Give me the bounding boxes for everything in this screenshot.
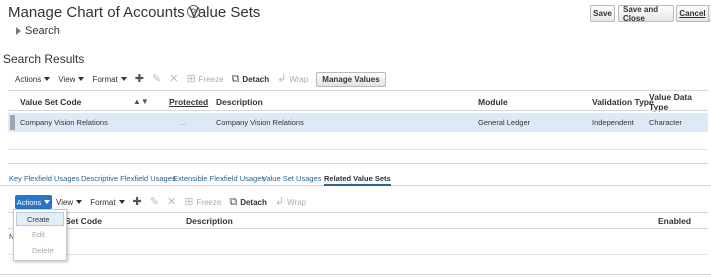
cell-value-data-type: Character	[649, 118, 682, 127]
tab-descriptive-flexfield-usages[interactable]: Descriptive Flexfield Usages	[81, 174, 176, 183]
wrap-icon: ↲	[277, 72, 287, 85]
chevron-down-icon	[120, 77, 127, 81]
plus-icon: ✚	[132, 195, 142, 208]
column-header-description[interactable]: Description	[216, 97, 263, 107]
search-label: Search	[25, 25, 60, 37]
actions-dropdown-menu: Create Edit Delete	[13, 209, 67, 261]
search-disclosure[interactable]: Search	[16, 25, 60, 37]
close-icon: ✕	[166, 195, 177, 208]
freeze-icon: ⊞	[186, 72, 196, 85]
chevron-down-icon	[76, 200, 83, 204]
detach-button[interactable]: ⧉ Detach	[231, 72, 270, 85]
freeze-label: Freeze	[198, 74, 224, 84]
close-icon: ✕	[169, 72, 179, 85]
wrap-label: Wrap	[287, 197, 307, 207]
add-button[interactable]: ✚	[134, 72, 144, 85]
pencil-icon: ✎	[149, 195, 159, 208]
edit-button[interactable]: ✎	[152, 72, 162, 85]
search-results-title: Search Results	[3, 52, 85, 66]
table-row[interactable]: Company Vision Relations ... Company Vis…	[8, 113, 708, 132]
column-header-value-data-type[interactable]: Value Data Type	[649, 92, 704, 112]
save-and-close-button[interactable]: Save and Close	[618, 5, 674, 23]
wrap-button[interactable]: ↲ Wrap	[277, 72, 309, 85]
column-header-enabled[interactable]: Enabled	[658, 216, 691, 226]
format-label: Format	[92, 74, 118, 84]
detach-button[interactable]: ⧉ Detach	[229, 195, 267, 208]
chevron-down-icon	[44, 200, 51, 204]
freeze-button[interactable]: ⊞ Freeze	[186, 72, 224, 85]
pencil-icon: ✎	[152, 72, 162, 85]
tab-extensible-flexfield-usages[interactable]: Extensible Flexfield Usages	[173, 174, 265, 183]
plus-icon: ✚	[134, 72, 144, 85]
chevron-down-icon	[44, 77, 51, 81]
manage-values-button[interactable]: Manage Values	[316, 71, 386, 87]
related-actions-menu[interactable]: Actions	[15, 195, 52, 209]
actions-menu[interactable]: Actions	[15, 74, 51, 84]
format-menu[interactable]: Format	[92, 74, 127, 84]
detach-icon: ⧉	[231, 72, 240, 85]
column-header-value-set-code[interactable]: Value Set Code	[20, 97, 81, 107]
actions-label: Actions	[15, 74, 42, 84]
help-icon[interactable]: ?	[187, 5, 200, 18]
view-menu[interactable]: View	[58, 74, 85, 84]
detach-icon: ⧉	[229, 195, 238, 208]
cell-module: General Ledger	[478, 118, 531, 127]
page-title: Manage Chart of Accounts Value Sets	[8, 4, 261, 21]
freeze-label: Freeze	[196, 197, 222, 207]
menu-item-edit[interactable]: Edit	[14, 226, 66, 242]
wrap-icon: ↲	[274, 195, 285, 208]
menu-item-create[interactable]: Create	[16, 212, 64, 226]
results-toolbar: Actions View Format ✚ ✎ ✕ ⊞ Freeze ⧉ Detac…	[15, 71, 394, 87]
related-toolbar: View Format ✚ ✎ ✕ ⊞ Freeze ⧉ Detach ↲ Wrap	[56, 194, 314, 210]
sort-icon[interactable]: ▲▼	[133, 97, 149, 106]
wrap-button[interactable]: ↲ Wrap	[274, 195, 307, 208]
delete-button[interactable]: ✕	[166, 195, 177, 208]
save-button[interactable]: Save	[590, 5, 615, 22]
menu-item-delete[interactable]: Delete	[14, 242, 66, 258]
row-selector[interactable]	[10, 115, 15, 130]
delete-button[interactable]: ✕	[169, 72, 179, 85]
cell-validation-type: Independent	[592, 118, 634, 127]
detach-label: Detach	[242, 74, 270, 84]
freeze-icon: ⊞	[184, 195, 194, 208]
cell-description: Company Vision Relations	[216, 118, 304, 127]
tab-value-set-usages[interactable]: Value Set Usages	[262, 174, 321, 183]
tab-key-flexfield-usages[interactable]: Key Flexfield Usages	[9, 174, 79, 183]
edit-button[interactable]: ✎	[149, 195, 159, 208]
column-header-validation-type[interactable]: Validation Type	[592, 97, 654, 107]
chevron-down-icon	[78, 77, 85, 81]
actions-label: Actions	[16, 197, 42, 207]
wrap-label: Wrap	[289, 74, 309, 84]
tab-related-value-sets[interactable]: Related Value Sets	[324, 174, 391, 186]
add-button[interactable]: ✚	[132, 195, 142, 208]
cell-protected: ...	[180, 118, 187, 127]
cell-value-set-code: Company Vision Relations	[20, 118, 108, 127]
detach-label: Detach	[240, 197, 267, 207]
view-label: View	[56, 197, 74, 207]
format-label: Format	[90, 197, 116, 207]
column-header-module[interactable]: Module	[478, 97, 508, 107]
cancel-button[interactable]: Cancel	[676, 5, 709, 22]
view-menu[interactable]: View	[56, 197, 83, 207]
freeze-button[interactable]: ⊞ Freeze	[184, 195, 222, 208]
format-menu[interactable]: Format	[90, 197, 125, 207]
expand-triangle-icon	[16, 27, 21, 35]
view-label: View	[58, 74, 76, 84]
chevron-down-icon	[118, 200, 125, 204]
column-header-protected[interactable]: Protected	[169, 97, 208, 107]
column-header-description[interactable]: Description	[186, 216, 233, 226]
